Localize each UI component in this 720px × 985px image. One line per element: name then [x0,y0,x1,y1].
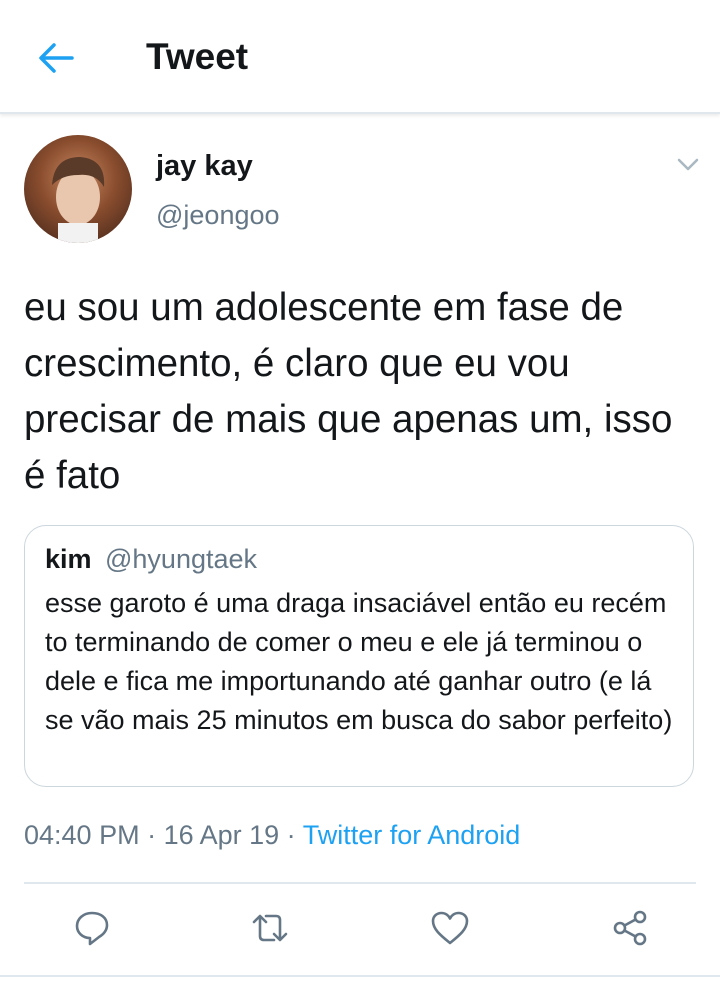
quoted-tweet[interactable]: kim @hyungtaek esse garoto é uma draga i… [24,525,694,787]
page-title: Tweet [146,36,249,77]
back-button[interactable] [34,38,78,78]
tweet-metadata: 04:40 PM · 16 Apr 19 · Twitter for Andro… [24,820,520,851]
arrow-left-icon [39,43,74,73]
heart-icon [431,911,469,945]
tweet-time: 04:40 PM [24,820,140,850]
quoted-author-name: kim [45,544,92,574]
author-name[interactable]: jay kay [156,150,253,183]
reply-icon [75,911,109,946]
tweet-text: eu sou um adolescente em fase de crescim… [24,286,673,497]
chevron-down-icon [677,158,699,171]
share-icon [613,910,647,946]
tweet-source-link[interactable]: Twitter for Android [303,820,521,850]
avatar-image [52,157,105,243]
top-app-bar: Tweet [0,0,720,114]
share-button[interactable] [610,908,650,948]
like-button[interactable] [430,908,470,948]
avatar[interactable] [24,135,132,243]
tweet-menu-button[interactable] [674,150,702,178]
divider [0,975,720,977]
divider [24,882,696,884]
reply-button[interactable] [72,908,112,948]
retweet-icon [252,914,288,942]
tweet-date: 16 Apr 19 [163,820,280,850]
quoted-tweet-text: esse garoto é uma draga insaciável então… [45,588,673,735]
meta-separator: · [279,820,303,850]
meta-separator: · [139,820,164,850]
quoted-author-handle: @hyungtaek [105,544,258,574]
author-handle[interactable]: @jeongoo [156,200,280,231]
retweet-button[interactable] [250,908,290,948]
